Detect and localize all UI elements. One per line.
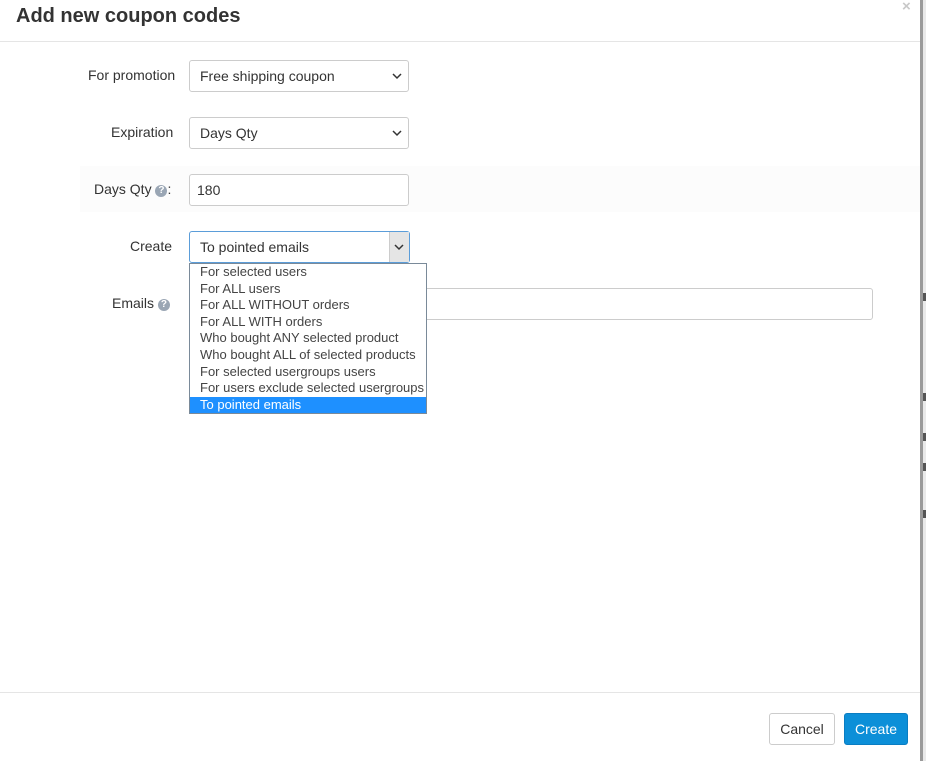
create-label: Create [130,238,173,254]
create-button[interactable]: Create [844,713,908,745]
expiration-select-value: Days Qty [200,125,258,141]
scrollbar[interactable] [920,0,923,761]
close-icon[interactable]: × [902,0,911,15]
days-qty-label-text: Days Qty [94,181,152,197]
days-qty-label: Days Qty ?: [94,181,171,197]
cancel-button[interactable]: Cancel [769,713,835,745]
chevron-down-icon [392,130,402,137]
promotion-label: For promotion [88,67,176,83]
question-circle-icon[interactable]: ? [157,299,170,311]
promotion-select[interactable]: Free shipping coupon [189,60,409,92]
create-select[interactable]: To pointed emails [189,231,410,263]
add-coupon-modal: Add new coupon codes × For promotion Fre… [0,0,920,761]
create-dropdown-list: For selected users For ALL users For ALL… [189,263,427,414]
expiration-select[interactable]: Days Qty [189,117,409,149]
modal-title: Add new coupon codes [16,5,241,27]
days-qty-input-value: 180 [197,182,221,198]
chevron-down-icon [394,244,404,251]
create-select-arrow[interactable] [389,232,409,262]
background-page-edge [920,0,926,761]
dropdown-option[interactable]: For selected usergroups users [190,364,426,381]
days-qty-input[interactable]: 180 [189,174,409,206]
dropdown-option[interactable]: For users exclude selected usergroups [190,380,426,397]
dropdown-option[interactable]: For ALL users [190,281,426,298]
modal-footer: Cancel Create [0,692,920,762]
emails-label-text: Emails [112,295,155,311]
dropdown-option-selected[interactable]: To pointed emails [190,396,426,414]
question-circle-icon[interactable]: ? [155,185,168,197]
emails-label: Emails ? [112,295,170,311]
dropdown-option[interactable]: For ALL WITHOUT orders [190,297,426,314]
dropdown-option[interactable]: Who bought ALL of selected products [190,347,426,364]
promotion-select-value: Free shipping coupon [200,68,335,84]
dropdown-option[interactable]: For ALL WITH orders [190,314,426,331]
dropdown-option[interactable]: For selected users [190,264,426,281]
days-qty-label-colon: : [167,181,172,197]
expiration-label: Expiration [111,124,174,140]
create-select-value: To pointed emails [200,239,309,255]
modal-header: Add new coupon codes × [0,0,920,42]
dropdown-option[interactable]: Who bought ANY selected product [190,330,426,347]
chevron-down-icon [392,73,402,80]
